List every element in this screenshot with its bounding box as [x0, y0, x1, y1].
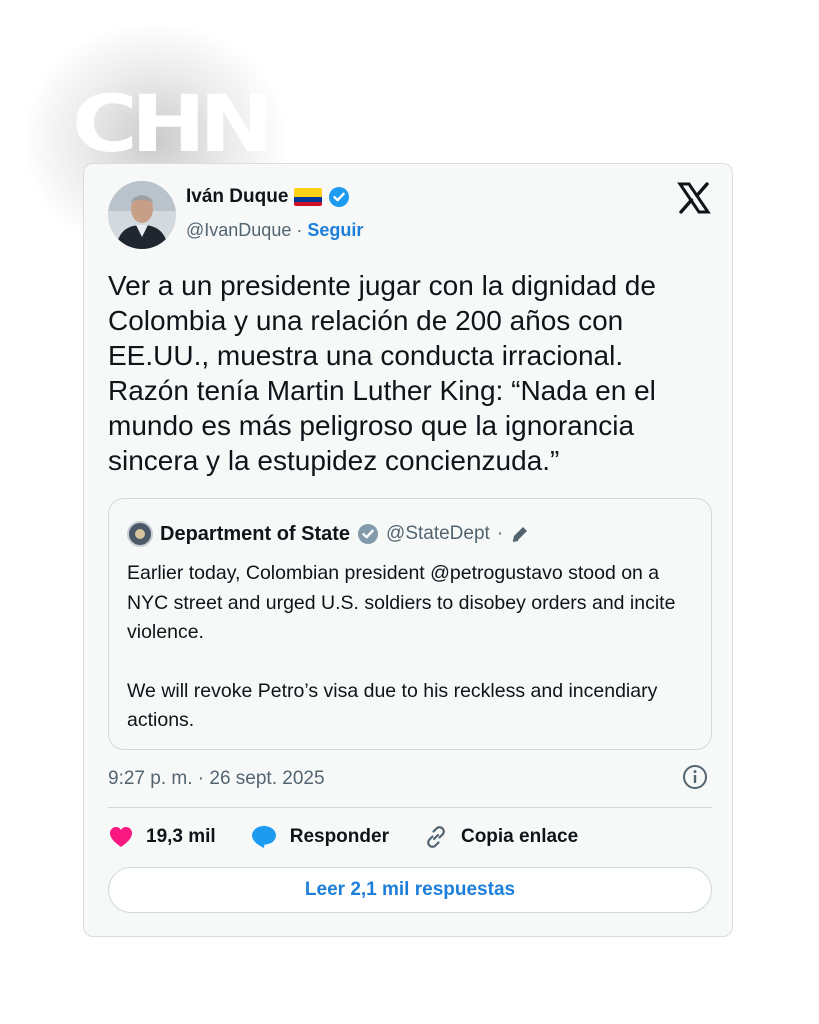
follow-link[interactable]: Seguir: [307, 220, 363, 240]
separator: ·: [496, 523, 504, 544]
quoted-paragraph: Earlier today, Colombian president @petr…: [127, 562, 676, 643]
gray-verified-badge-icon: [358, 524, 379, 544]
tweet-text: Ver a un presidente jugar con la dignida…: [108, 270, 656, 476]
author-name-row: Iván Duque: [186, 186, 350, 208]
verified-badge-icon: [329, 187, 350, 207]
like-button[interactable]: 19,3 mil: [108, 825, 216, 849]
colombia-flag-icon: [294, 188, 323, 206]
author-avatar[interactable]: [108, 181, 176, 249]
read-replies-button[interactable]: Leer 2,1 mil respuestas: [108, 867, 712, 913]
quoted-paragraph: We will revoke Petro’s visa due to his r…: [127, 679, 658, 732]
pencil-icon: [512, 527, 528, 542]
heart-icon: [110, 827, 132, 847]
copy-link-label: Copia enlace: [460, 826, 579, 847]
reply-label: Responder: [289, 826, 389, 847]
tweet-timestamp[interactable]: 9:27 p. m. · 26 sept. 2025: [108, 768, 325, 790]
copy-link-button[interactable]: Copia enlace: [423, 824, 578, 850]
reply-button[interactable]: Responder: [250, 824, 389, 850]
tweet-actions: 19,3 mil Responder Copia enlace: [108, 824, 612, 850]
quoted-tweet[interactable]: Department of State @StateDept · Earlier…: [108, 498, 712, 750]
link-icon: [427, 826, 445, 848]
quoted-author-handle: @StateDept: [386, 523, 490, 544]
divider: [108, 807, 712, 808]
quoted-tweet-header: Department of State @StateDept ·: [127, 521, 530, 547]
chn-watermark-logo: CHN: [72, 80, 274, 170]
quoted-author-name: Department of State: [160, 522, 351, 545]
reply-bubble-icon: [251, 826, 276, 848]
author-handle[interactable]: @IvanDuque: [186, 220, 291, 240]
like-count: 19,3 mil: [146, 826, 216, 847]
tweet-card: Iván Duque @IvanDuque · Seguir Ver a un …: [83, 163, 733, 937]
author-handle-row: @IvanDuque · Seguir: [186, 220, 363, 241]
state-seal-icon: [127, 521, 153, 547]
separator: ·: [291, 220, 308, 240]
x-logo-icon[interactable]: [676, 180, 712, 216]
quoted-tweet-text: Earlier today, Colombian president @petr…: [127, 559, 702, 765]
author-name[interactable]: Iván Duque: [186, 186, 288, 208]
info-icon[interactable]: [682, 764, 708, 790]
